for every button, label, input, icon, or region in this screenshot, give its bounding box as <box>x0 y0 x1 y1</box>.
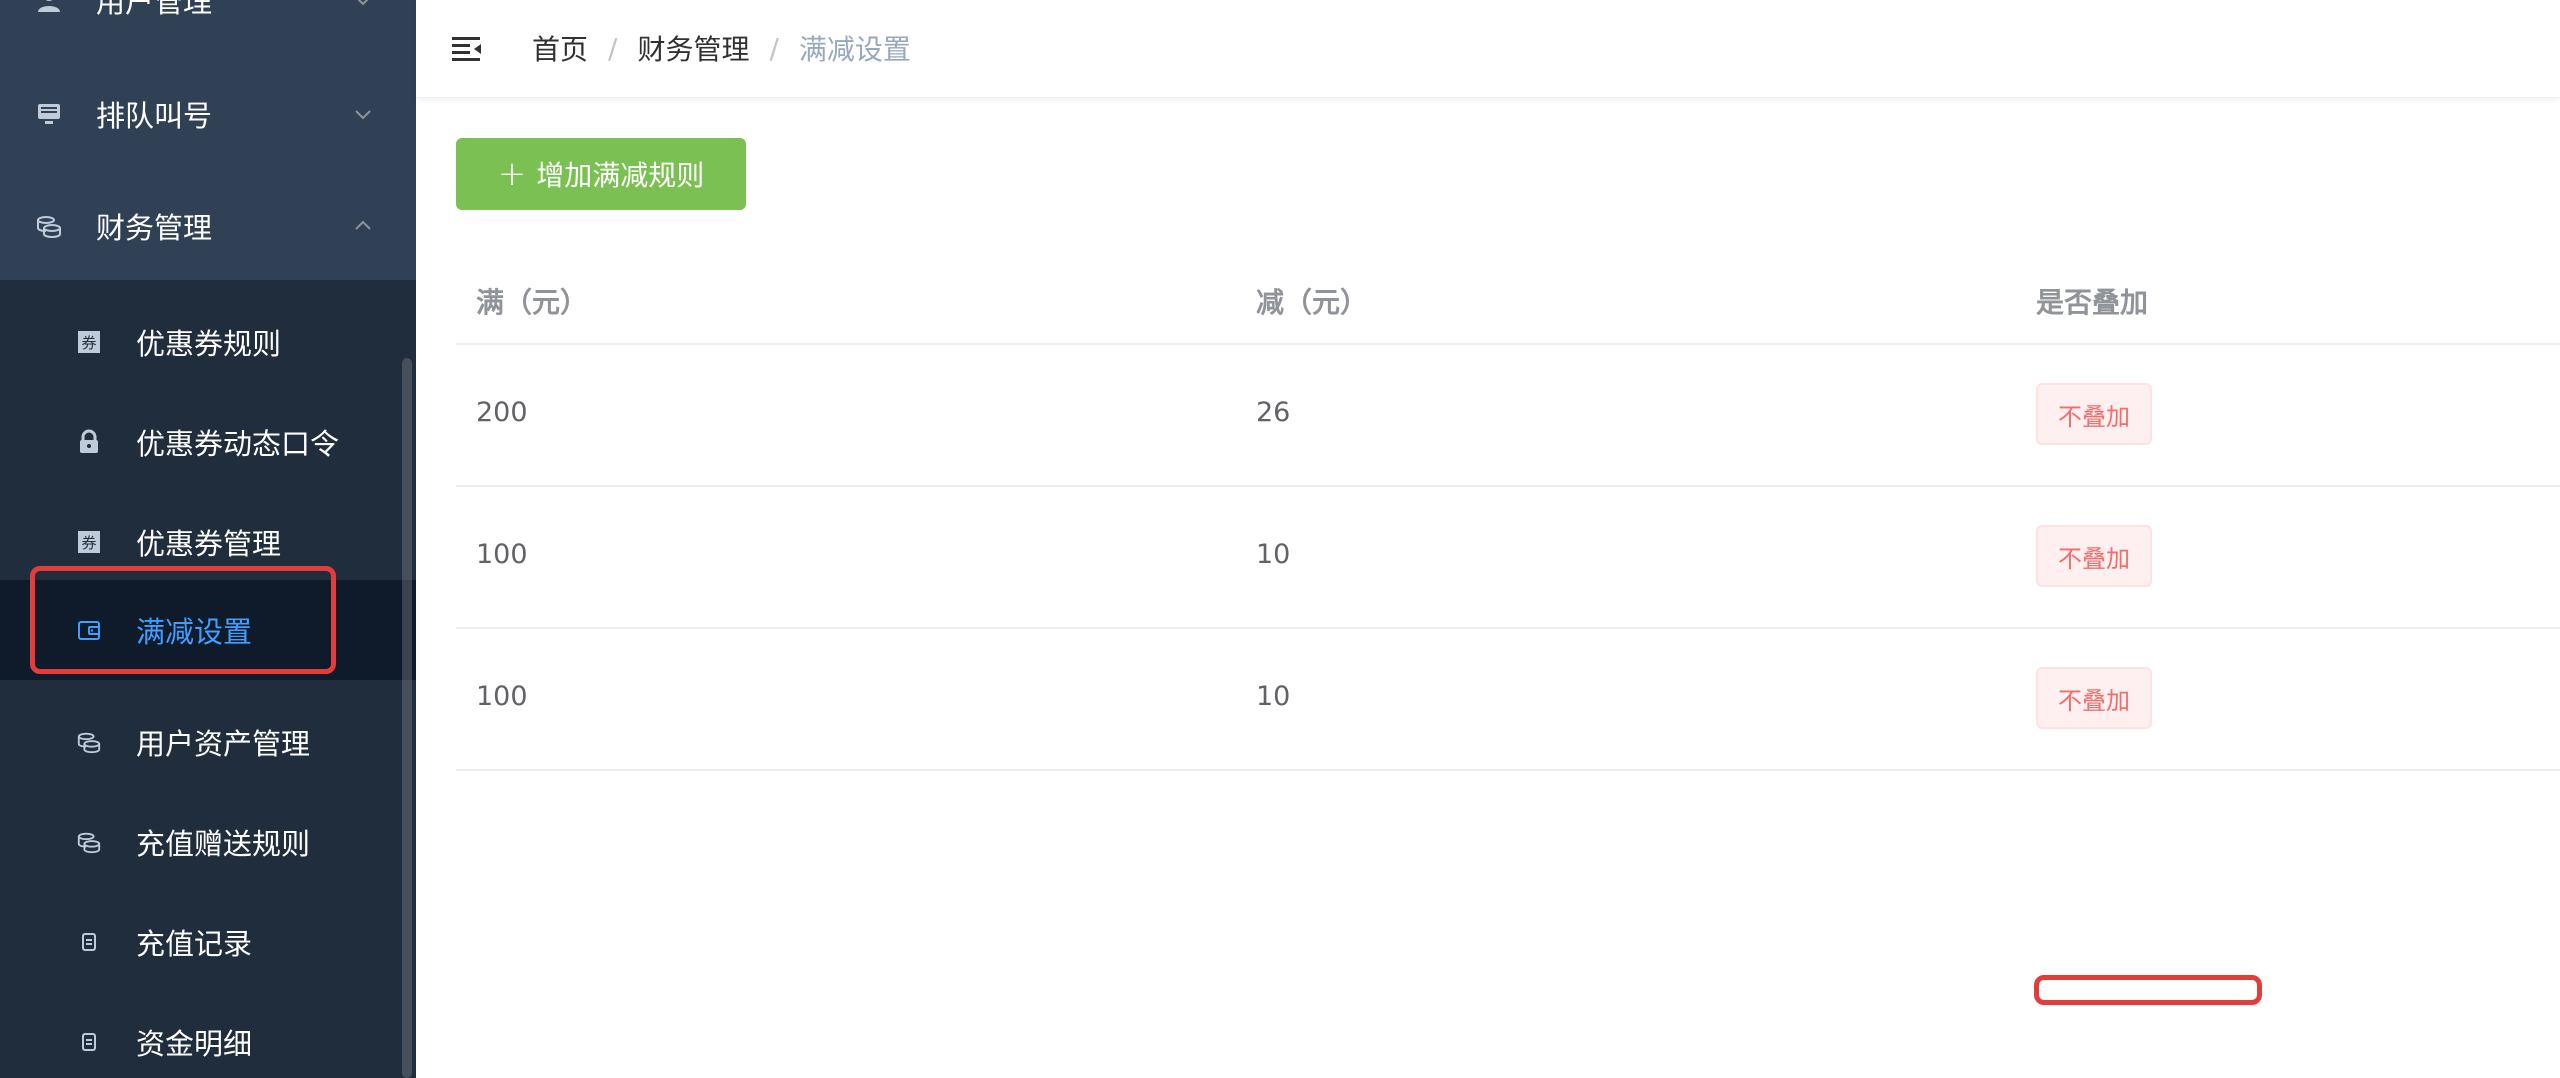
submenu-coupon-dynamic-password[interactable]: 优惠券动态口令 <box>0 392 416 492</box>
submenu-label: 充值赠送规则 <box>136 827 311 861</box>
breadcrumb: 首页 / 财务管理 / 满减设置 <box>532 28 911 68</box>
user-icon <box>34 0 64 15</box>
menu-label: 财务管理 <box>96 211 213 245</box>
submenu-user-asset-management[interactable]: 用户资产管理 <box>0 692 416 792</box>
table-row: 100 10 不叠加 <box>456 487 2560 629</box>
cell-minus: 10 <box>1256 539 1291 570</box>
wallet-icon <box>74 615 104 645</box>
table-header: 满（元） 减（元） 是否叠加 <box>456 255 2560 345</box>
breadcrumb-home[interactable]: 首页 <box>532 28 588 68</box>
full-reduction-table: 满（元） 减（元） 是否叠加 200 26 不叠加 100 10 不叠加 100… <box>456 255 2560 771</box>
top-header: 首页 / 财务管理 / 满减设置 <box>416 0 2560 98</box>
menu-label: 用户管理 <box>96 0 213 19</box>
chevron-up-icon <box>355 220 371 230</box>
breadcrumb-current: 满减设置 <box>798 33 911 66</box>
cell-full: 100 <box>476 539 528 570</box>
table-row: 100 10 不叠加 <box>456 629 2560 771</box>
hamburger-toggle-icon[interactable] <box>450 32 484 66</box>
monitor-icon <box>34 99 64 129</box>
coins-icon <box>74 727 104 757</box>
menu-user-management[interactable]: 用户管理 <box>0 0 416 50</box>
add-full-reduction-rule-button[interactable]: + 增加满减规则 <box>456 138 746 210</box>
sidebar: 用户管理 排队叫号 财务管理 券 优惠券规则 优惠券动态口令 券 优惠券管理 满… <box>0 0 416 1078</box>
breadcrumb-separator: / <box>769 31 779 65</box>
menu-queue-calling[interactable]: 排队叫号 <box>0 64 416 164</box>
receipt-icon <box>74 1027 104 1057</box>
submenu-label: 用户资产管理 <box>136 727 311 761</box>
submenu-label: 充值记录 <box>136 927 253 961</box>
breadcrumb-finance[interactable]: 财务管理 <box>637 28 749 68</box>
submenu-label: 优惠券管理 <box>136 527 282 561</box>
menu-label: 排队叫号 <box>96 99 213 133</box>
stack-status-tag: 不叠加 <box>2036 383 2152 445</box>
sidebar-scrollbar[interactable] <box>402 358 412 1078</box>
coins-icon <box>74 827 104 857</box>
plus-icon: + <box>497 154 527 194</box>
coins-icon <box>34 211 64 241</box>
svg-text:券: 券 <box>81 534 96 552</box>
stack-status-tag: 不叠加 <box>2036 667 2152 729</box>
submenu-label: 满减设置 <box>136 615 253 649</box>
chevron-down-icon <box>357 0 369 6</box>
annotation-highlight-box <box>2034 975 2262 1005</box>
submenu-label: 资金明细 <box>136 1027 253 1061</box>
submenu-label: 优惠券规则 <box>136 327 282 361</box>
lock-icon <box>74 427 104 457</box>
submenu-fund-details[interactable]: 资金明细 <box>0 992 416 1078</box>
table-row: 200 26 不叠加 <box>456 345 2560 487</box>
submenu-coupon-rules[interactable]: 券 优惠券规则 <box>0 292 416 392</box>
column-header-stack: 是否叠加 <box>2036 286 2149 319</box>
submenu-full-reduction-settings[interactable]: 满减设置 <box>0 580 416 680</box>
breadcrumb-separator: / <box>608 31 618 65</box>
finance-submenu: 券 优惠券规则 优惠券动态口令 券 优惠券管理 满减设置 用户资产管理 充值赠送… <box>0 280 416 1078</box>
sidebar-top-menus: 用户管理 排队叫号 财务管理 <box>0 0 416 280</box>
column-header-full: 满（元） <box>476 286 589 319</box>
submenu-label: 优惠券动态口令 <box>136 427 340 461</box>
submenu-recharge-bonus-rules[interactable]: 充值赠送规则 <box>0 792 416 892</box>
cell-minus: 26 <box>1256 397 1291 428</box>
svg-text:券: 券 <box>81 334 96 352</box>
coupon-icon: 券 <box>74 327 104 357</box>
receipt-icon <box>74 927 104 957</box>
cell-full: 200 <box>476 397 528 428</box>
submenu-coupon-management[interactable]: 券 优惠券管理 <box>0 492 416 592</box>
submenu-recharge-records[interactable]: 充值记录 <box>0 892 416 992</box>
cell-full: 100 <box>476 681 528 712</box>
column-header-minus: 减（元） <box>1256 286 1369 319</box>
stack-status-tag: 不叠加 <box>2036 525 2152 587</box>
add-button-label: 增加满减规则 <box>536 159 705 192</box>
menu-finance-management[interactable]: 财务管理 <box>0 176 416 276</box>
cell-minus: 10 <box>1256 681 1291 712</box>
coupon-icon: 券 <box>74 527 104 557</box>
chevron-down-icon <box>355 110 371 120</box>
